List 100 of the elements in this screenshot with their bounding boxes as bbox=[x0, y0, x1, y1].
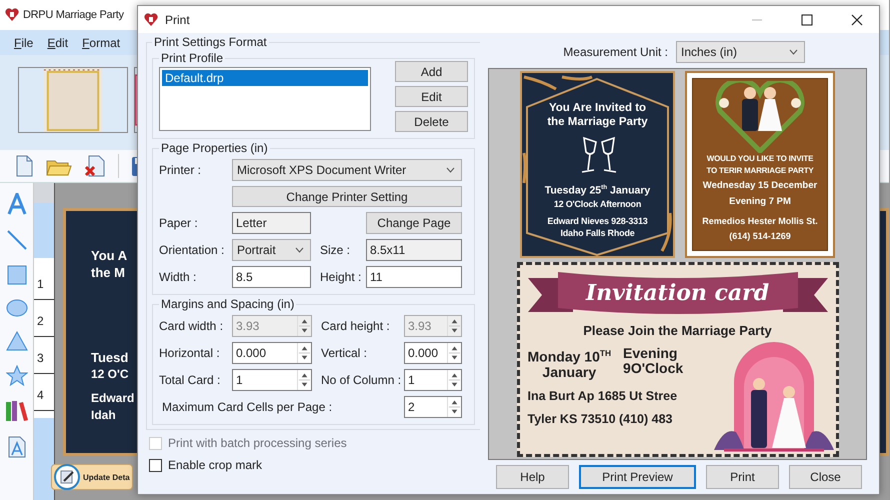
card-text: 9O'Clock bbox=[623, 361, 684, 376]
change-printer-button[interactable]: Change Printer Setting bbox=[232, 186, 462, 207]
group-title: Page Properties (in) bbox=[160, 141, 269, 155]
card-text: Edward bbox=[91, 390, 134, 407]
number-field[interactable]: 1 bbox=[232, 369, 312, 391]
window-title: Print bbox=[165, 12, 190, 26]
field-label: Measurement Unit : bbox=[563, 45, 668, 59]
spinner-arrows-icon[interactable] bbox=[297, 370, 311, 390]
text-field[interactable]: 11 bbox=[366, 266, 462, 288]
star-tool-icon[interactable] bbox=[6, 365, 28, 386]
number-field[interactable]: 2 bbox=[404, 396, 462, 418]
card-text: January bbox=[542, 364, 596, 380]
window-title: DRPU Marriage Party bbox=[23, 9, 124, 21]
text-field[interactable]: Letter bbox=[232, 212, 311, 234]
heart-icon bbox=[4, 7, 20, 23]
menu-item[interactable]: File bbox=[14, 36, 34, 50]
card-text: WOULD YOU LIKE TO INVITE bbox=[706, 153, 814, 165]
field-label: Paper : bbox=[159, 216, 199, 230]
field-label: Size : bbox=[319, 243, 352, 257]
heart-icon bbox=[143, 12, 159, 28]
card-text: 12 O'Clock Afternoon bbox=[554, 198, 642, 210]
update-details-button[interactable]: Update Deta bbox=[51, 464, 133, 490]
dropdown[interactable]: Portrait bbox=[232, 239, 311, 261]
triangle-tool-icon[interactable] bbox=[6, 331, 28, 351]
card-text: Remedios Hester Mollis St. bbox=[702, 215, 818, 228]
field-label: Horizontal : bbox=[159, 346, 221, 360]
dropdown[interactable]: Microsoft XPS Document Writer bbox=[232, 159, 462, 181]
field-label: Card width : bbox=[159, 319, 224, 333]
group-title: Print Settings Format bbox=[153, 35, 268, 49]
card-text: Invitation card bbox=[586, 280, 770, 306]
text-field[interactable]: 8.5x11 bbox=[366, 239, 462, 261]
card-text: You Are Invited to bbox=[548, 101, 646, 115]
button[interactable]: Print bbox=[706, 465, 779, 489]
card-text: Tuesday 25$^{th}$ January bbox=[544, 183, 650, 198]
card-text: 12 O'C bbox=[91, 366, 129, 383]
menu-item[interactable]: Edit bbox=[47, 36, 68, 50]
text-tool-icon[interactable] bbox=[6, 193, 26, 215]
card-text: Tuesd bbox=[91, 349, 128, 366]
new-file-icon[interactable] bbox=[14, 155, 34, 177]
button[interactable]: Delete bbox=[395, 111, 468, 132]
card-text: Edward Nieves 928-3313 bbox=[547, 214, 648, 226]
number-field[interactable]: 1 bbox=[404, 369, 462, 391]
card-text: (614) 514-1269 bbox=[729, 230, 791, 243]
card-text: Evening 7 PM bbox=[729, 195, 791, 209]
caret-icon bbox=[789, 49, 798, 55]
group-title: Margins and Spacing (in) bbox=[160, 297, 296, 311]
number-field[interactable]: 0.000 bbox=[404, 342, 462, 364]
field-label: No of Column : bbox=[320, 372, 402, 388]
maximize-icon[interactable] bbox=[801, 14, 813, 26]
field-label: Width : bbox=[159, 270, 198, 284]
field-label: Total Card : bbox=[159, 373, 222, 387]
button[interactable]: Close bbox=[789, 465, 862, 489]
menu-item[interactable]: Format bbox=[82, 36, 120, 50]
checkbox-label: Enable crop mark bbox=[168, 458, 262, 472]
caret-icon bbox=[446, 167, 455, 173]
close-icon[interactable] bbox=[851, 14, 863, 26]
ruler-number: 2 bbox=[34, 300, 54, 337]
caret-icon bbox=[295, 247, 304, 253]
ruler-number: 4 bbox=[34, 374, 54, 411]
ruler-number: 1 bbox=[34, 263, 54, 300]
line-tool-icon[interactable] bbox=[6, 229, 28, 251]
document-text-icon[interactable] bbox=[8, 436, 26, 458]
card-text: Ina Burt Ap 1685 Ut Stree bbox=[528, 388, 678, 403]
field-label: Height : bbox=[319, 270, 362, 284]
spinner-arrows-icon[interactable] bbox=[447, 397, 461, 417]
card-text: Monday 10$^{TH}$ bbox=[528, 347, 612, 365]
card-text: Tyler KS 73510 (410) 483 bbox=[528, 412, 673, 426]
group-title: Print Profile bbox=[160, 51, 224, 65]
ruler-number: 3 bbox=[34, 337, 54, 374]
spinner-arrows-icon[interactable] bbox=[447, 370, 461, 390]
checkbox[interactable] bbox=[149, 458, 162, 472]
button[interactable]: Add bbox=[395, 61, 468, 82]
edit-note-icon bbox=[54, 464, 80, 490]
button[interactable]: Edit bbox=[395, 86, 468, 107]
spinner-arrows-icon[interactable] bbox=[447, 343, 461, 363]
change-page-button[interactable]: Change Page bbox=[366, 212, 462, 234]
spinner-arrows-icon[interactable] bbox=[297, 343, 311, 363]
field-label: Orientation : bbox=[159, 243, 226, 257]
list-item[interactable]: Default.drp bbox=[162, 70, 368, 86]
books-icon[interactable] bbox=[4, 400, 28, 422]
card-text: Please Join the Marriage Party bbox=[582, 323, 773, 338]
card-text: Idah bbox=[91, 407, 116, 424]
number-field[interactable]: 0.000 bbox=[232, 342, 312, 364]
card-text: You A bbox=[91, 247, 128, 264]
card-text: Idaho Falls Rhode bbox=[560, 226, 635, 238]
text-field[interactable]: 8.5 bbox=[232, 266, 311, 288]
field-label: Printer : bbox=[159, 163, 202, 177]
rectangle-tool-icon[interactable] bbox=[6, 265, 26, 285]
card-text: Wednesday 15 December bbox=[702, 179, 818, 193]
card-text: TO TERIR MARRIAGE PARTY bbox=[706, 165, 814, 177]
field-label: Card height : bbox=[320, 319, 391, 333]
ellipse-tool-icon[interactable] bbox=[6, 299, 28, 317]
design-thumbnail[interactable] bbox=[18, 67, 128, 133]
card-text: Evening bbox=[623, 346, 678, 361]
delete-file-icon[interactable] bbox=[84, 155, 106, 177]
card-text: the Marriage Party bbox=[547, 115, 648, 129]
button[interactable]: Print Preview bbox=[579, 465, 696, 489]
dropdown[interactable]: Inches (in) bbox=[676, 41, 805, 63]
button[interactable]: Help bbox=[496, 465, 569, 489]
field-label: Vertical : bbox=[320, 346, 368, 360]
